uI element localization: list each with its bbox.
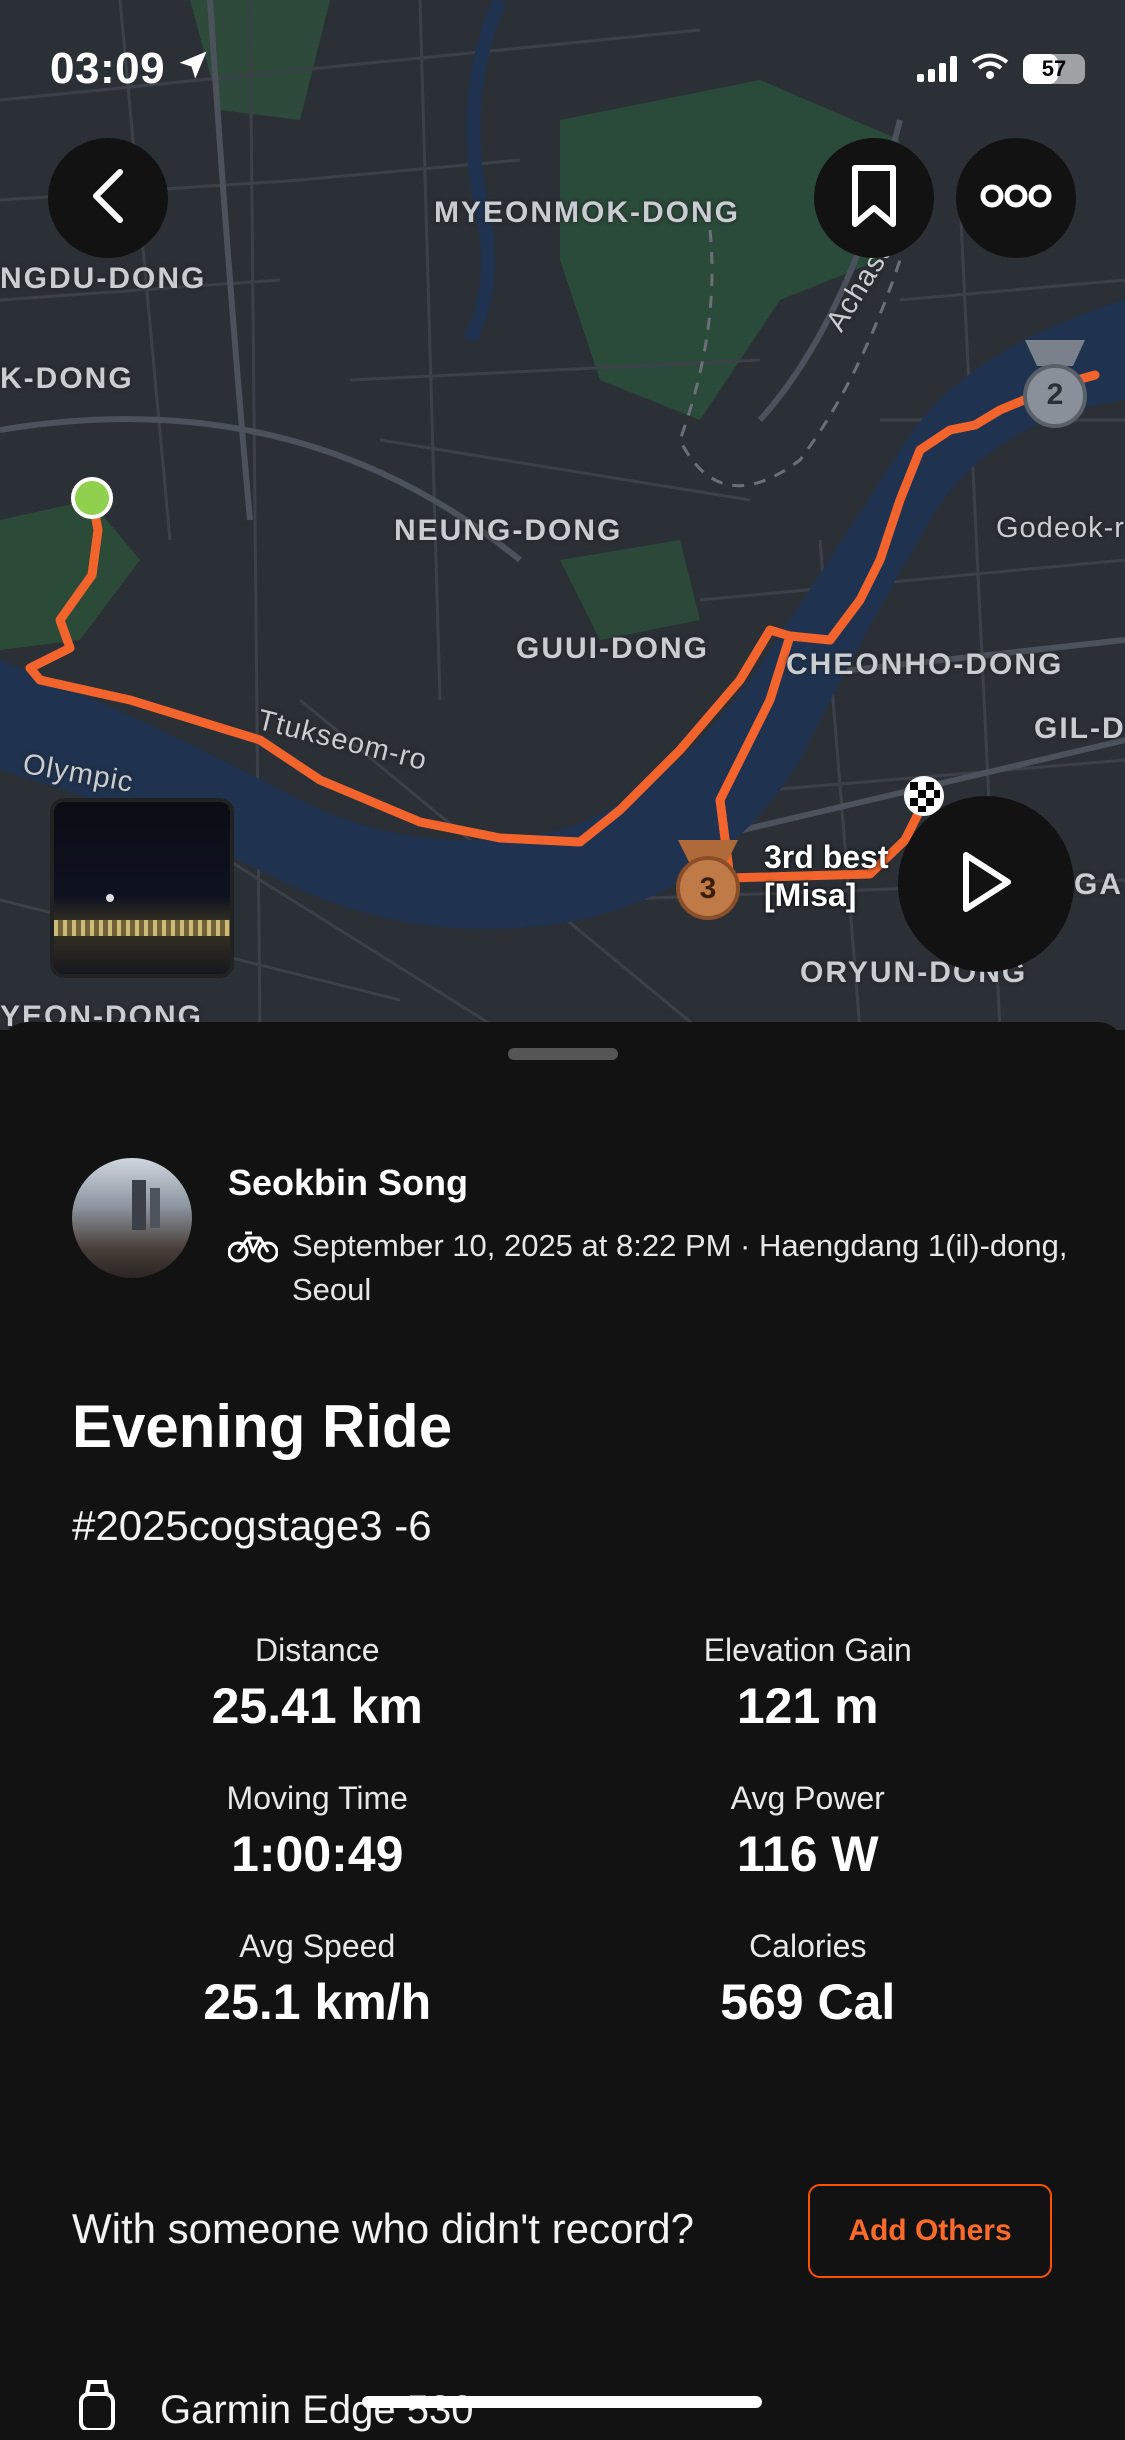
athlete-name[interactable]: Seokbin Song <box>228 1162 468 1204</box>
stat-value: 116 W <box>736 1826 879 1882</box>
flyover-play-button[interactable] <box>898 796 1074 972</box>
activity-description: #2025cogstage3 -6 <box>72 1502 432 1549</box>
map-label: K-DONG <box>0 362 134 395</box>
avatar[interactable] <box>72 1158 192 1278</box>
stat-value: 121 m <box>736 1678 879 1734</box>
device-row: Garmin Edge 530 <box>72 2380 474 2440</box>
medal-rank: 3 <box>699 872 717 905</box>
map-label: GUUI-DONG <box>516 632 709 665</box>
map-label: GIL-D <box>1034 712 1125 745</box>
bookmark-icon <box>849 164 899 233</box>
watch-icon <box>72 2380 122 2440</box>
location-arrow-icon <box>175 44 211 94</box>
play-icon <box>958 849 1014 920</box>
stat-value: 25.1 km/h <box>203 1974 432 2030</box>
more-icon <box>980 184 1052 213</box>
device-name: Garmin Edge 530 <box>160 2387 474 2432</box>
battery-icon: 57 <box>1023 54 1085 84</box>
map-label: Godeok-r <box>996 512 1125 544</box>
battery-level: 57 <box>1041 56 1067 81</box>
map-label: NGDU-DONG <box>0 262 207 295</box>
status-time: 03:09 <box>50 44 211 94</box>
map-label: CHEONHO-DONG <box>786 648 1064 681</box>
sheet-drag-handle[interactable] <box>508 1048 618 1060</box>
signal-icon <box>917 56 957 82</box>
activity-photo-thumbnail[interactable] <box>50 798 234 978</box>
with-others-prompt: With someone who didn't record? <box>72 2205 695 2252</box>
park-area <box>0 500 140 650</box>
stat-distance: Distance 25.41 km <box>72 1630 563 1736</box>
stats-grid: Distance 25.41 km Elevation Gain 121 m M… <box>72 1630 1053 2032</box>
stat-value: 569 Cal <box>720 1974 896 2030</box>
activity-meta: September 10, 2025 at 8:22 PM · Haengdan… <box>227 1224 1068 1312</box>
stat-label: Avg Power <box>730 1780 885 1816</box>
stat-avg-speed: Avg Speed 25.1 km/h <box>72 1926 563 2032</box>
stat-calories: Calories 569 Cal <box>563 1926 1054 2032</box>
medal-rank: 2 <box>1046 378 1064 411</box>
stat-avg-power: Avg Power 116 W <box>563 1778 1054 1884</box>
activity-title: Evening Ride <box>72 1393 453 1460</box>
chevron-left-icon <box>86 168 130 229</box>
park-area <box>560 540 700 640</box>
map-label: NEUNG-DONG <box>394 514 623 547</box>
stat-moving-time: Moving Time 1:00:49 <box>72 1778 563 1884</box>
stat-value: 1:00:49 <box>231 1826 404 1882</box>
stat-label: Elevation Gain <box>703 1632 912 1668</box>
map-label: MYEONMOK-DONG <box>434 196 740 229</box>
add-others-button[interactable]: Add Others <box>808 2184 1052 2278</box>
home-indicator[interactable] <box>362 2396 762 2408</box>
clock: 03:09 <box>50 44 166 93</box>
status-bar: 03:09 57 <box>50 44 1085 94</box>
stat-label: Distance <box>255 1632 380 1668</box>
stat-label: Avg Speed <box>239 1928 396 1964</box>
segment-achievement-label[interactable]: 3rd best [Misa] <box>764 838 888 914</box>
activity-date-location: September 10, 2025 at 8:22 PM · Haengdan… <box>292 1228 1068 1307</box>
wifi-icon <box>971 53 1009 86</box>
stat-label: Calories <box>749 1928 867 1964</box>
more-options-button[interactable] <box>956 138 1076 258</box>
save-route-button[interactable] <box>814 138 934 258</box>
back-button[interactable] <box>48 138 168 258</box>
segment-name: [Misa] <box>764 877 857 913</box>
bike-icon <box>227 1228 279 1312</box>
stat-label: Moving Time <box>226 1780 408 1816</box>
stat-value: 25.41 km <box>211 1678 423 1734</box>
stat-elevation-gain: Elevation Gain 121 m <box>563 1630 1054 1736</box>
start-marker <box>71 477 113 519</box>
map-label: GA <box>1074 868 1123 901</box>
segment-rank: 3rd best <box>764 839 889 875</box>
